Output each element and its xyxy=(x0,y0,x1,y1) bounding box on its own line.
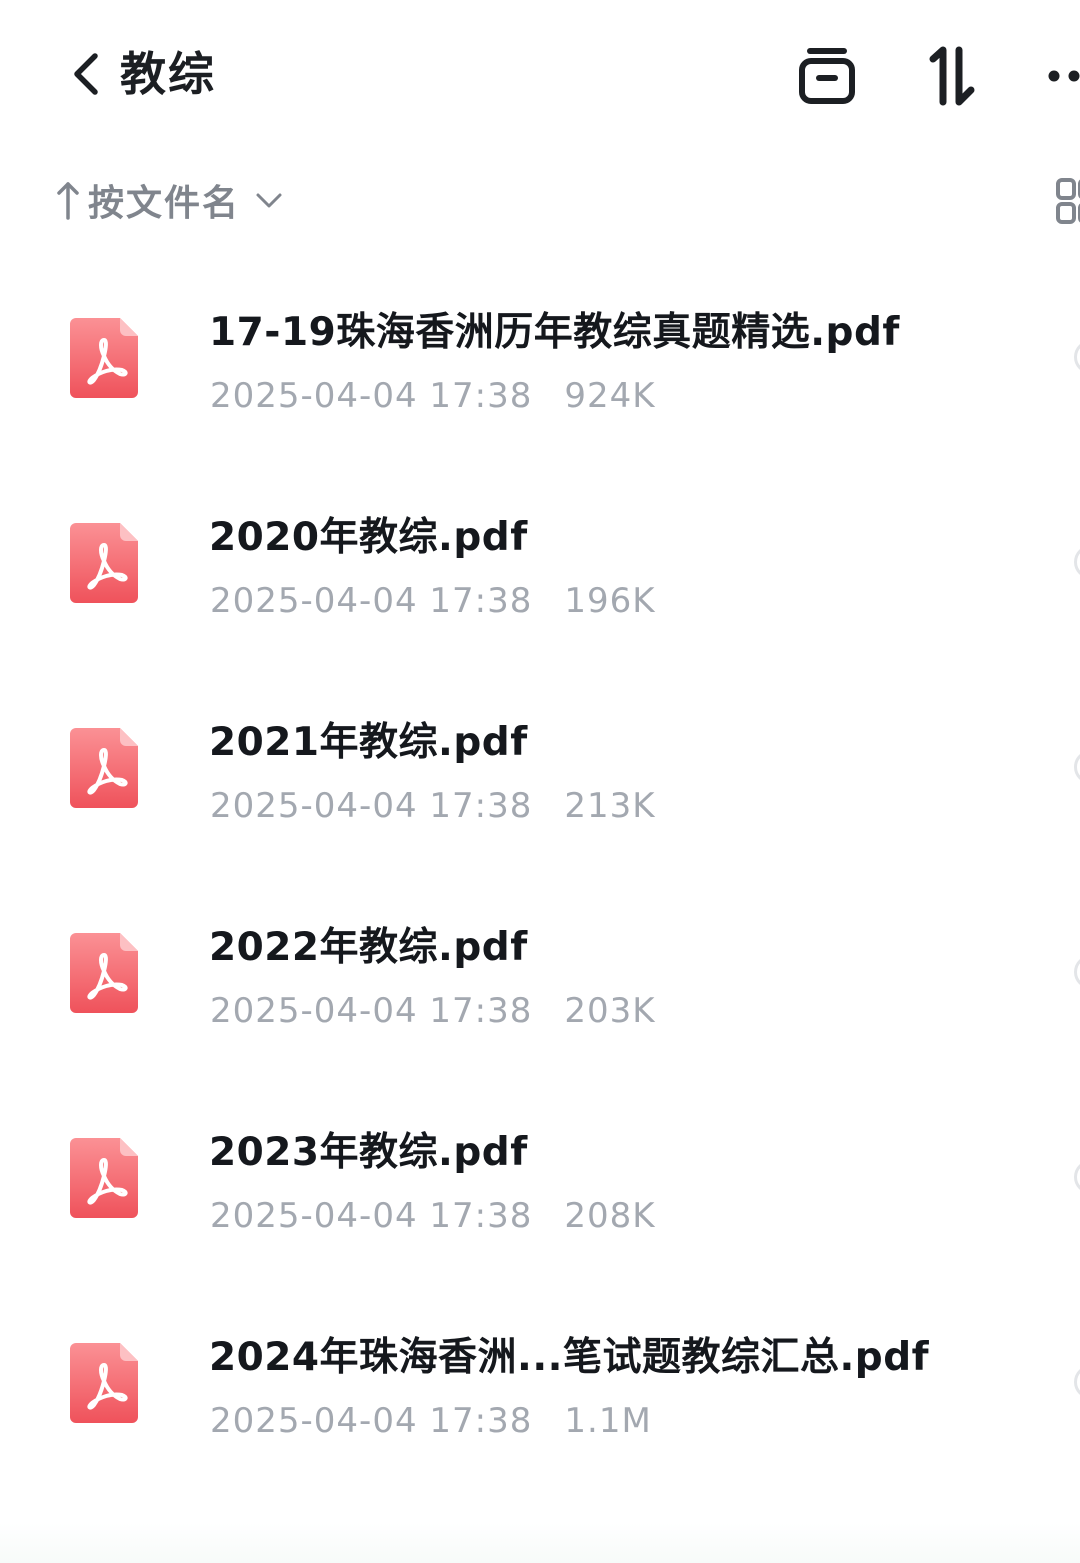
file-date: 2025-04-04 17:38 xyxy=(210,581,533,621)
pdf-file-icon xyxy=(70,523,138,603)
file-meta: 2025-04-04 17:38 196K xyxy=(210,577,656,625)
file-list-item[interactable]: 2023年教综.pdf 2025-04-04 17:38 208K xyxy=(0,1090,1080,1295)
view-mode-toggle[interactable] xyxy=(1052,178,1080,224)
select-checkbox[interactable] xyxy=(1074,955,1080,989)
file-date: 2025-04-04 17:38 xyxy=(210,991,533,1031)
file-list-item[interactable]: 2021年教综.pdf 2025-04-04 17:38 213K xyxy=(0,680,1080,885)
select-checkbox[interactable] xyxy=(1074,545,1080,579)
top-bar: 教综 xyxy=(0,0,1080,150)
select-checkbox[interactable] xyxy=(1074,340,1080,374)
file-name: 2024年珠海香洲...笔试题教综汇总.pdf xyxy=(209,1335,930,1380)
file-date: 2025-04-04 17:38 xyxy=(210,1401,533,1441)
file-name: 2023年教综.pdf xyxy=(209,1130,528,1175)
file-date: 2025-04-04 17:38 xyxy=(210,1196,533,1236)
page-title: 教综 xyxy=(120,47,216,101)
sort-order-button[interactable] xyxy=(916,38,986,114)
back-button[interactable] xyxy=(58,44,114,104)
file-size: 196K xyxy=(564,581,656,621)
file-size: 213K xyxy=(564,786,656,826)
file-list-item[interactable]: 2020年教综.pdf 2025-04-04 17:38 196K xyxy=(0,475,1080,680)
file-meta: 2025-04-04 17:38 203K xyxy=(210,987,656,1035)
file-name: 2020年教综.pdf xyxy=(209,515,528,560)
grid-view-icon xyxy=(1056,178,1080,224)
file-size: 208K xyxy=(564,1196,656,1236)
sort-label: 按文件名 xyxy=(88,183,241,224)
pdf-file-icon xyxy=(70,933,138,1013)
file-list: 17-19珠海香洲历年教综真题精选.pdf 2025-04-04 17:38 9… xyxy=(0,270,1080,1500)
file-size: 924K xyxy=(564,376,656,416)
file-size: 1.1M xyxy=(564,1401,652,1441)
file-name: 17-19珠海香洲历年教综真题精选.pdf xyxy=(209,310,900,355)
arrow-up-icon xyxy=(57,182,79,220)
select-checkbox[interactable] xyxy=(1074,750,1080,784)
file-meta: 2025-04-04 17:38 213K xyxy=(210,782,656,830)
file-list-item[interactable]: 2022年教综.pdf 2025-04-04 17:38 203K xyxy=(0,885,1080,1090)
file-list-item[interactable]: 2024年珠海香洲...笔试题教综汇总.pdf 2025-04-04 17:38… xyxy=(0,1295,1080,1500)
archive-button[interactable] xyxy=(790,38,864,114)
select-checkbox[interactable] xyxy=(1074,1365,1080,1399)
pdf-file-icon xyxy=(70,318,138,398)
sort-by-dropdown[interactable]: 按文件名 xyxy=(54,174,284,226)
file-size: 203K xyxy=(564,991,656,1031)
file-meta: 2025-04-04 17:38 208K xyxy=(210,1192,656,1240)
more-dots-icon xyxy=(1048,70,1080,82)
chevron-left-icon xyxy=(74,53,98,95)
file-list-item[interactable]: 17-19珠海香洲历年教综真题精选.pdf 2025-04-04 17:38 9… xyxy=(0,270,1080,475)
pdf-file-icon xyxy=(70,1138,138,1218)
bottom-fade xyxy=(0,1523,1080,1563)
file-date: 2025-04-04 17:38 xyxy=(210,376,533,416)
file-name: 2022年教综.pdf xyxy=(209,925,528,970)
archive-box-icon xyxy=(799,48,855,104)
sort-bar: 按文件名 xyxy=(0,160,1080,240)
file-name: 2021年教综.pdf xyxy=(209,720,528,765)
pdf-file-icon xyxy=(70,728,138,808)
more-button[interactable] xyxy=(1040,38,1080,114)
file-meta: 2025-04-04 17:38 1.1M xyxy=(210,1397,652,1445)
chevron-down-icon xyxy=(256,193,282,208)
sort-arrows-icon xyxy=(929,46,975,106)
select-checkbox[interactable] xyxy=(1074,1160,1080,1194)
file-date: 2025-04-04 17:38 xyxy=(210,786,533,826)
pdf-file-icon xyxy=(70,1343,138,1423)
file-meta: 2025-04-04 17:38 924K xyxy=(210,372,656,420)
